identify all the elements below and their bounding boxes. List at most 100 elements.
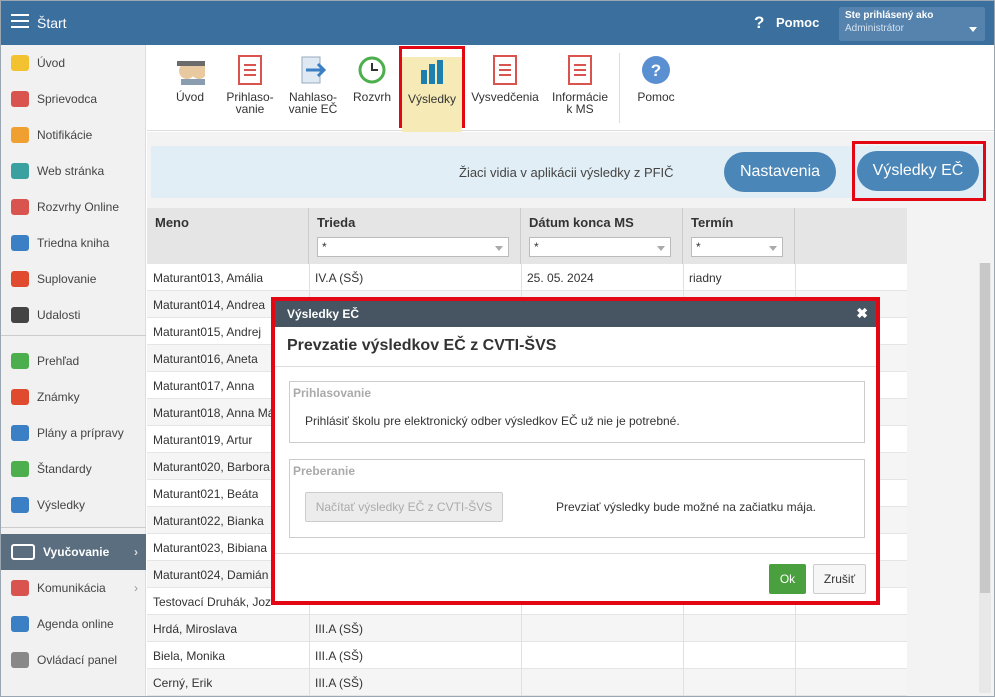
- cell-meno: Maturant024, Damián: [153, 568, 269, 582]
- open-book-icon: [11, 544, 35, 560]
- hamburger-menu-icon[interactable]: [11, 14, 29, 28]
- sidebar-item-label: Triedna kniha: [37, 236, 110, 250]
- toolbar-clock-button[interactable]: Rozvrh: [345, 47, 399, 127]
- shield-check-icon: [11, 461, 29, 477]
- cancel-button[interactable]: Zrušiť: [813, 564, 866, 594]
- modal-footer-divider: [275, 553, 876, 554]
- sidebar-item-label: Notifikácie: [37, 128, 93, 142]
- toolbar-certificate-button[interactable]: Vysvedčenia: [469, 47, 541, 127]
- star-icon: [11, 55, 29, 71]
- help-link[interactable]: Pomoc: [776, 15, 819, 30]
- sidebar-item-prehľad[interactable]: Prehľad: [1, 343, 146, 379]
- toolbar-export-arrow-button[interactable]: Nahlaso- vanie EČ: [283, 47, 343, 127]
- sidebar-item-label: Štandardy: [37, 462, 92, 476]
- sidebar-item-udalosti[interactable]: Udalosti: [1, 297, 146, 333]
- load-results-button[interactable]: Načítať výsledky EČ z CVTI-ŠVS: [305, 492, 503, 522]
- toolbar-form-document-button[interactable]: Prihlaso- vanie: [221, 47, 279, 127]
- pin-icon: [11, 389, 29, 405]
- sidebar-item-vyučovanie[interactable]: Vyučovanie ›: [1, 534, 146, 570]
- sidebar-item-suplovanie[interactable]: Suplovanie: [1, 261, 146, 297]
- cell-meno: Testovací Druhák, Joz: [153, 595, 272, 609]
- help-circle-icon: ?: [641, 55, 671, 85]
- magic-wand-icon: [11, 91, 29, 107]
- module-toolbar: Úvod Prihlaso- vanie Nahlaso- vanie EČ Rozv…: [147, 45, 994, 133]
- cell-meno: Maturant013, Amália: [153, 271, 264, 285]
- cell-meno: Maturant020, Barbora: [153, 460, 270, 474]
- col-header-trieda[interactable]: Trieda *: [309, 208, 521, 264]
- cell-meno: Cerný, Erik: [153, 676, 213, 690]
- students-icon: [175, 55, 205, 85]
- toolbar-divider: [619, 53, 620, 123]
- sidebar-item-ovládací-panel[interactable]: Ovládací panel: [1, 642, 146, 678]
- sidebar-item-label: Agenda online: [37, 617, 114, 631]
- sidebar-item-sprievodca[interactable]: Sprievodca: [1, 81, 146, 117]
- toolbar-help-circle-button[interactable]: ? Pomoc: [629, 47, 683, 127]
- toolbar-info-document-button[interactable]: Informácie k MS: [545, 47, 615, 127]
- modal-header-title: Výsledky EČ: [287, 307, 360, 321]
- chat-icon: [11, 580, 29, 596]
- check-circle-icon: [11, 353, 29, 369]
- col-header-termin[interactable]: Termín *: [683, 208, 795, 264]
- settings-button[interactable]: Nastavenia: [724, 152, 836, 192]
- close-icon[interactable]: ✖: [856, 305, 868, 322]
- col-header-meno[interactable]: Meno: [147, 208, 309, 264]
- sidebar-item-známky[interactable]: Známky: [1, 379, 146, 415]
- certificate-icon: [490, 55, 520, 85]
- ok-button[interactable]: Ok: [769, 564, 806, 594]
- chevron-down-icon: [969, 27, 977, 32]
- table-row[interactable]: Cerný, Erik III.A (SŠ): [147, 669, 907, 696]
- sidebar-item-notifikácie[interactable]: Notifikácie: [1, 117, 146, 153]
- table-row[interactable]: Hrdá, Miroslava III.A (SŠ): [147, 615, 907, 642]
- cell-meno: Maturant021, Beáta: [153, 487, 259, 501]
- help-icon[interactable]: ?: [754, 13, 764, 33]
- bar-chart-icon: [11, 497, 29, 513]
- cell-trieda: III.A (SŠ): [315, 676, 364, 690]
- sidebar-item-úvod[interactable]: Úvod: [1, 45, 146, 81]
- sidebar-item-rozvrhy-online[interactable]: Rozvrhy Online: [1, 189, 146, 225]
- section-text: Prihlásiť školu pre elektronický odber v…: [305, 414, 680, 428]
- results-ec-button[interactable]: Výsledky EČ: [857, 151, 979, 191]
- modal-header: Výsledky EČ ✖: [275, 301, 876, 327]
- gear-icon: [11, 652, 29, 668]
- sidebar-item-výsledky[interactable]: Výsledky: [1, 487, 146, 523]
- table-row[interactable]: Maturant013, Amália IV.A (SŠ) 25. 05. 2024…: [147, 264, 907, 291]
- sidebar-item-agenda-online[interactable]: Agenda online: [1, 606, 146, 642]
- info-document-icon: [565, 55, 595, 85]
- user-dropdown[interactable]: Ste prihlásený ako Administrátor: [839, 7, 985, 41]
- section-legend: Preberanie: [293, 464, 356, 478]
- chevron-down-icon: [769, 246, 777, 251]
- export-arrow-icon: [298, 55, 328, 85]
- toolbar-students-button[interactable]: Úvod: [165, 47, 215, 127]
- table-row[interactable]: Biela, Monika III.A (SŠ): [147, 642, 907, 669]
- toolbar-button-label: Pomoc: [637, 90, 675, 104]
- toolbar-button-label: Nahlaso- vanie EČ: [288, 90, 338, 116]
- sidebar-item-komunikácia[interactable]: Komunikácia ›: [1, 570, 146, 606]
- toolbar-bar-chart-button[interactable]: Výsledky: [399, 46, 465, 133]
- chevron-down-icon: [657, 246, 665, 251]
- top-bar: Štart ? Pomoc Ste prihlásený ako Adminis…: [1, 1, 994, 45]
- cell-meno: Maturant014, Andrea: [153, 298, 266, 312]
- table-scrollbar[interactable]: [979, 263, 991, 693]
- sidebar-item-triedna-kniha[interactable]: Triedna kniha: [1, 225, 146, 261]
- envelope-icon: [11, 127, 29, 143]
- sidebar-item-plány-a-prípravy[interactable]: Plány a prípravy: [1, 415, 146, 451]
- toolbar-button-label: Informácie k MS: [551, 90, 609, 116]
- cell-meno: Biela, Monika: [153, 649, 226, 663]
- results-ec-highlight: Výsledky EČ: [852, 141, 986, 201]
- col-header-datum[interactable]: Dátum konca MS *: [521, 208, 683, 264]
- sidebar-divider: [1, 527, 146, 528]
- col-header-extra: [795, 208, 907, 264]
- app-title[interactable]: Štart: [37, 15, 67, 31]
- scrollbar-thumb[interactable]: [980, 263, 990, 593]
- termin-filter-select[interactable]: *: [691, 237, 783, 257]
- trieda-filter-select[interactable]: *: [317, 237, 509, 257]
- form-document-icon: [235, 55, 265, 85]
- toolbar-button-label: Rozvrh: [352, 90, 391, 104]
- toolbar-button-label: Výsledky: [407, 92, 457, 106]
- cell-meno: Maturant019, Artur: [153, 433, 253, 447]
- sidebar-item-web-stránka[interactable]: Web stránka: [1, 153, 146, 189]
- sidebar-item-label: Komunikácia: [37, 581, 106, 595]
- cell-datum: 25. 05. 2024: [527, 271, 594, 285]
- sidebar-item-štandardy[interactable]: Štandardy: [1, 451, 146, 487]
- datum-filter-select[interactable]: *: [529, 237, 671, 257]
